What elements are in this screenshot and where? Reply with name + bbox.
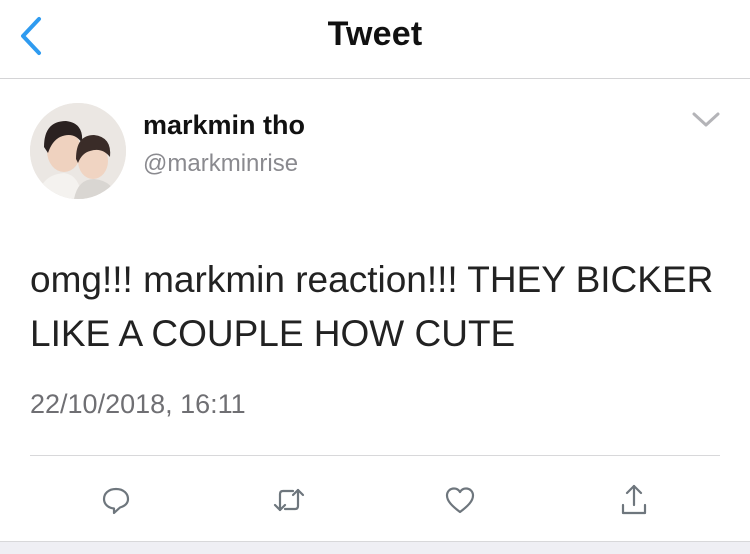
share-button[interactable] [612,478,656,522]
navigation-bar: Tweet [0,0,750,79]
tweet-text: omg!!! markmin reaction!!! THEY BICKER L… [30,259,714,354]
avatar-photo [30,103,126,199]
tweet-timestamp: 22/10/2018, 16:11 [30,389,246,419]
display-name[interactable]: markmin tho [143,110,305,141]
retweet-button[interactable] [267,478,311,522]
speech-bubble-icon [102,487,130,515]
bottom-bar [0,541,750,554]
like-button[interactable] [438,478,482,522]
reply-button[interactable] [94,478,138,522]
divider [30,455,720,456]
page-title: Tweet [327,15,423,53]
share-upload-icon [621,484,647,515]
user-handle[interactable]: @markminrise [143,150,298,178]
heart-icon [445,487,475,514]
avatar[interactable] [30,103,126,199]
tweet-menu-button[interactable] [688,108,724,132]
retweet-arrows-icon [273,488,305,512]
chevron-down-icon [692,112,720,127]
